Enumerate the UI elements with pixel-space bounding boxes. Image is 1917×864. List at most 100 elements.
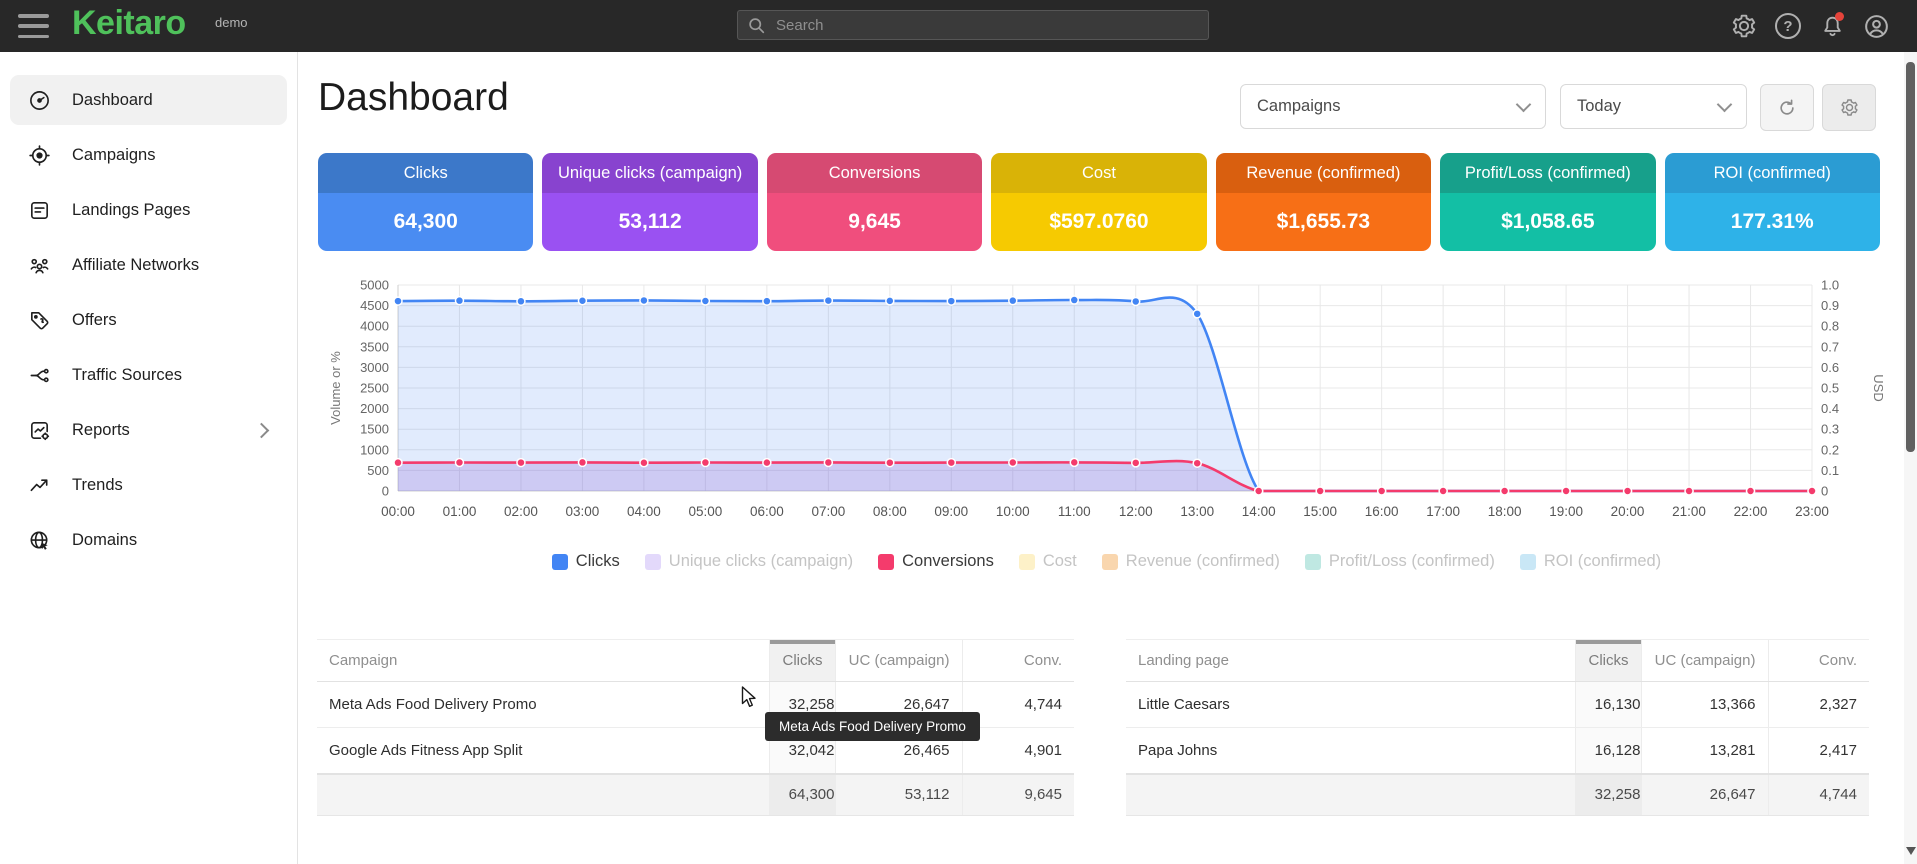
table-row[interactable]: Papa Johns16,12813,2812,417 [1126, 728, 1869, 774]
legend-swatch [878, 554, 894, 570]
refresh-button[interactable] [1760, 84, 1814, 131]
sidebar-item-landings-pages[interactable]: Landings Pages [10, 185, 287, 235]
row-name-cell[interactable]: Google Ads Fitness App Split [317, 728, 769, 774]
stat-card-conversions: Conversions9,645 [767, 153, 982, 251]
row-value-cell: 13,281 [1641, 728, 1768, 774]
stat-cards: Clicks64,300Unique clicks (campaign)53,1… [318, 153, 1880, 251]
sidebar-item-label: Affiliate Networks [72, 256, 199, 275]
global-search[interactable] [737, 10, 1209, 40]
user-account-icon[interactable] [1861, 11, 1891, 41]
totals-cell: 32,258 [1575, 774, 1641, 816]
svg-text:2000: 2000 [360, 401, 389, 416]
row-value-cell: 13,366 [1641, 682, 1768, 728]
legend-item-unique-clicks-campaign[interactable]: Unique clicks (campaign) [645, 552, 853, 571]
totals-cell: 9,645 [962, 774, 1074, 816]
sidebar-item-trends[interactable]: Trends [10, 460, 287, 510]
column-header-clicks[interactable]: Clicks [1575, 640, 1641, 682]
column-header-conv[interactable]: Conv. [962, 640, 1074, 682]
settings-gear-icon[interactable] [1729, 11, 1759, 41]
svg-text:09:00: 09:00 [934, 504, 968, 519]
reports-chart-icon [27, 418, 51, 442]
totals-cell: 53,112 [835, 774, 962, 816]
row-name-cell[interactable]: Meta Ads Food Delivery Promo [317, 682, 769, 728]
menu-toggle-icon[interactable] [18, 14, 49, 38]
table-header-row: CampaignClicksUC (campaign)Conv. [317, 640, 1074, 682]
table-row[interactable]: Little Caesars16,13013,3662,327 [1126, 682, 1869, 728]
point-conversions [1132, 459, 1140, 467]
point-clicks [394, 297, 402, 305]
scrollbar-down-arrow[interactable] [1906, 847, 1916, 860]
svg-text:2500: 2500 [360, 381, 389, 396]
help-icon[interactable]: ? [1773, 11, 1803, 41]
stat-card-unique-clicks-campaign: Unique clicks (campaign)53,112 [542, 153, 757, 251]
dashboard-chart: 5000450040003500300025002000150010005000… [318, 268, 1895, 531]
sidebar-item-offers[interactable]: Offers [10, 295, 287, 345]
chevron-right-icon [254, 422, 270, 438]
row-value-cell: 16,130 [1575, 682, 1641, 728]
column-header-campaign[interactable]: Campaign [317, 640, 769, 682]
campaign-filter-select[interactable]: Campaigns [1240, 84, 1546, 129]
point-conversions [1316, 487, 1324, 495]
row-name-cell[interactable]: Little Caesars [1126, 682, 1575, 728]
column-header-conv[interactable]: Conv. [1768, 640, 1869, 682]
table-totals-row: 32,25826,6474,744 [1126, 774, 1869, 816]
sidebar-item-domains[interactable]: Domains [10, 515, 287, 565]
point-conversions [763, 459, 771, 467]
stat-card-cost: Cost$597.0760 [991, 153, 1206, 251]
svg-text:0.4: 0.4 [1821, 401, 1839, 416]
legend-item-conversions[interactable]: Conversions [878, 552, 994, 571]
column-header-landing-page[interactable]: Landing page [1126, 640, 1575, 682]
sidebar-item-label: Offers [72, 311, 117, 330]
stat-card-clicks: Clicks64,300 [318, 153, 533, 251]
stat-card-revenue-confirmed: Revenue (confirmed)$1,655.73 [1216, 153, 1431, 251]
totals-cell: 64,300 [769, 774, 835, 816]
sidebar-item-affiliate-networks[interactable]: Affiliate Networks [10, 240, 287, 290]
svg-text:0.8: 0.8 [1821, 319, 1839, 334]
search-input[interactable] [774, 16, 1198, 35]
widget-settings-button[interactable] [1822, 84, 1876, 131]
svg-text:01:00: 01:00 [443, 504, 477, 519]
point-conversions [1193, 459, 1201, 467]
column-header-clicks[interactable]: Clicks [769, 640, 835, 682]
sidebar-item-dashboard[interactable]: Dashboard [10, 75, 287, 125]
row-name-cell[interactable]: Papa Johns [1126, 728, 1575, 774]
svg-text:22:00: 22:00 [1734, 504, 1768, 519]
point-clicks [1132, 297, 1140, 305]
legend-swatch [1102, 554, 1118, 570]
svg-text:17:00: 17:00 [1426, 504, 1460, 519]
point-conversions [1009, 458, 1017, 466]
column-header-uc-campaign[interactable]: UC (campaign) [1641, 640, 1768, 682]
date-range-select[interactable]: Today [1560, 84, 1747, 129]
sidebar-item-label: Traffic Sources [72, 366, 182, 385]
svg-text:03:00: 03:00 [566, 504, 600, 519]
svg-text:05:00: 05:00 [688, 504, 722, 519]
svg-text:0.2: 0.2 [1821, 442, 1839, 457]
totals-cell: 4,744 [1768, 774, 1869, 816]
legend-item-revenue-confirmed[interactable]: Revenue (confirmed) [1102, 552, 1280, 571]
legend-item-profit-loss-confirmed[interactable]: Profit/Loss (confirmed) [1305, 552, 1495, 571]
page-scrollbar[interactable] [1904, 52, 1917, 864]
sidebar-item-label: Landings Pages [72, 201, 190, 220]
date-range-value: Today [1577, 97, 1621, 116]
svg-text:0.3: 0.3 [1821, 422, 1839, 437]
legend-label: Cost [1043, 552, 1077, 571]
column-header-uc-campaign[interactable]: UC (campaign) [835, 640, 962, 682]
notifications-bell-icon[interactable] [1817, 11, 1847, 41]
totals-cell: 26,647 [1641, 774, 1768, 816]
chevron-down-icon [1516, 96, 1532, 112]
point-clicks [763, 297, 771, 305]
legend-item-clicks[interactable]: Clicks [552, 552, 620, 571]
legend-label: Unique clicks (campaign) [669, 552, 853, 571]
legend-item-roi-confirmed[interactable]: ROI (confirmed) [1520, 552, 1661, 571]
traffic-branch-icon [27, 363, 51, 387]
sidebar-item-traffic-sources[interactable]: Traffic Sources [10, 350, 287, 400]
point-conversions [394, 459, 402, 467]
legend-item-cost[interactable]: Cost [1019, 552, 1077, 571]
sidebar-item-reports[interactable]: Reports [10, 405, 287, 455]
sidebar-item-campaigns[interactable]: Campaigns [10, 130, 287, 180]
stat-card-label: Cost [991, 153, 1206, 193]
point-clicks [455, 297, 463, 305]
scrollbar-thumb[interactable] [1906, 62, 1915, 452]
sidebar-item-label: Campaigns [72, 146, 155, 165]
search-icon [748, 17, 765, 34]
